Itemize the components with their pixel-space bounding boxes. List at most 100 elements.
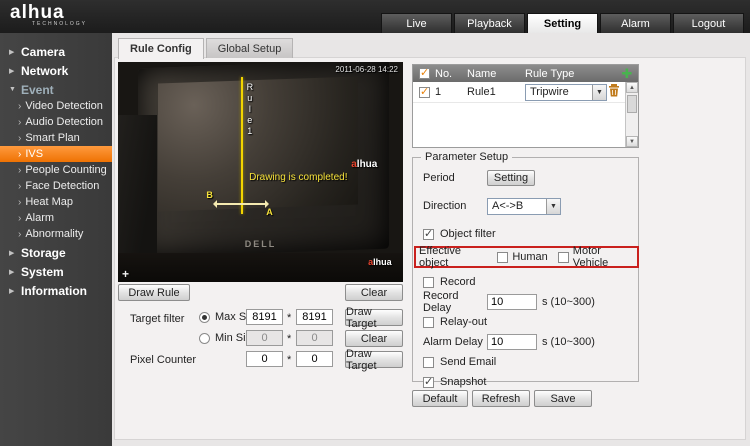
sidebar-item-label: Information [21, 284, 87, 298]
sidebar-item-video-detection[interactable]: › Video Detection [0, 98, 112, 114]
table-scrollbar[interactable]: ▲ ▼ [625, 82, 638, 147]
chevron-icon: › [18, 117, 21, 128]
tripwire-rule-line[interactable] [241, 77, 243, 213]
rule-row-checkbox[interactable] [419, 87, 430, 98]
scrollbar-thumb[interactable] [627, 95, 637, 113]
sidebar-item-camera[interactable]: ▶ Camera [0, 43, 112, 60]
sidebar-item-alarm[interactable]: › Alarm [0, 210, 112, 226]
send-email-checkbox[interactable] [423, 357, 434, 368]
select-all-checkbox[interactable] [419, 68, 430, 79]
scroll-up-icon[interactable]: ▲ [626, 82, 638, 93]
relay-out-label: Relay-out [440, 316, 487, 328]
direction-value: A<->B [492, 200, 523, 212]
relay-out-checkbox[interactable] [423, 317, 434, 328]
draw-target-max-button[interactable]: Draw Target [345, 309, 403, 326]
sidebar-item-audio-detection[interactable]: › Audio Detection [0, 114, 112, 130]
sidebar-item-label: Alarm [25, 212, 54, 224]
record-delay-label: Record Delay [423, 290, 487, 314]
snapshot-checkbox[interactable] [423, 377, 434, 388]
draw-target-pixel-button[interactable]: Draw Target [345, 351, 403, 368]
snapshot-label: Snapshot [440, 376, 486, 388]
pan-move-icon[interactable]: + [122, 267, 129, 281]
sidebar: ▶ Camera ▶ Network ▼ Event › Video Detec… [0, 33, 112, 446]
chevron-icon: › [18, 133, 21, 144]
rule-type-cell: Tripwire ▼ [525, 84, 608, 101]
video-timestamp: 2011-06-28 14:22 [335, 65, 398, 74]
sidebar-item-system[interactable]: ▶ System [0, 263, 112, 280]
rule-type-select[interactable]: Tripwire ▼ [525, 84, 607, 101]
scroll-down-icon[interactable]: ▼ [626, 136, 638, 147]
sidebar-item-label: IVS [25, 148, 43, 160]
target-filter-label: Target filter [130, 313, 184, 325]
tab-rule-config[interactable]: Rule Config [118, 38, 204, 59]
dahua-watermark: alhua [351, 159, 377, 170]
sidebar-item-network[interactable]: ▶ Network [0, 62, 112, 79]
video-preview[interactable]: DELL 2011-06-28 14:22 Rule1 B A Drawing … [118, 62, 403, 282]
sidebar-item-people-counting[interactable]: › People Counting [0, 162, 112, 178]
column-header-rule-type: Rule Type [525, 68, 620, 80]
object-filter-checkbox[interactable] [423, 229, 434, 240]
motor-vehicle-checkbox[interactable] [558, 252, 569, 263]
dahua-watermark: alhua [368, 257, 392, 267]
max-size-radio[interactable] [199, 312, 210, 323]
nav-playback-button[interactable]: Playback [454, 13, 525, 33]
sidebar-item-abnormality[interactable]: › Abnormality [0, 226, 112, 242]
human-label: Human [512, 251, 547, 263]
tab-global-setup[interactable]: Global Setup [206, 38, 294, 58]
sidebar-item-face-detection[interactable]: › Face Detection [0, 178, 112, 194]
direction-label: Direction [423, 200, 487, 212]
record-checkbox[interactable] [423, 277, 434, 288]
sidebar-item-event[interactable]: ▼ Event [0, 81, 112, 98]
default-button[interactable]: Default [412, 390, 468, 407]
direction-select[interactable]: A<->B ▼ [487, 198, 561, 215]
monitor-brand-label: DELL [245, 239, 277, 249]
nav-live-button[interactable]: Live [381, 13, 452, 33]
nav-setting-button[interactable]: Setting [527, 13, 598, 33]
min-size-radio[interactable] [199, 333, 210, 344]
human-checkbox[interactable] [497, 252, 508, 263]
motor-vehicle-label: Motor Vehicle [573, 245, 634, 269]
nav-alarm-button[interactable]: Alarm [600, 13, 671, 33]
alarm-delay-input[interactable] [487, 334, 537, 350]
parameter-setup-group: Parameter Setup Period Setting Direction… [412, 157, 639, 382]
logo-text: alhua [10, 2, 65, 23]
sidebar-item-heat-map[interactable]: › Heat Map [0, 194, 112, 210]
sidebar-item-smart-plan[interactable]: › Smart Plan [0, 130, 112, 146]
nav-logout-button[interactable]: Logout [673, 13, 744, 33]
expand-arrow-icon: ▶ [9, 67, 16, 75]
sidebar-item-storage[interactable]: ▶ Storage [0, 244, 112, 261]
direction-arrow-icon [215, 203, 267, 205]
sidebar-item-information[interactable]: ▶ Information [0, 282, 112, 299]
delete-icon[interactable] [608, 84, 621, 100]
pixel-counter-width-input[interactable] [246, 351, 283, 367]
logo-subtext: TECHNOLOGY [32, 22, 87, 27]
max-size-height-input[interactable] [296, 309, 333, 325]
sidebar-item-label: System [21, 265, 64, 279]
record-delay-input[interactable] [487, 294, 537, 310]
pixel-counter-height-input[interactable] [296, 351, 333, 367]
chevron-icon: › [18, 213, 21, 224]
sidebar-item-label: Storage [21, 246, 66, 260]
sidebar-item-label: Video Detection [25, 100, 102, 112]
pixel-counter-label: Pixel Counter [130, 354, 196, 366]
sidebar-item-label: Event [21, 83, 54, 97]
rule-table-header: No. Name Rule Type ✚ [413, 65, 638, 82]
desk-image [118, 253, 403, 282]
draw-rule-button[interactable]: Draw Rule [118, 284, 190, 301]
save-button[interactable]: Save [534, 390, 592, 407]
max-size-width-input[interactable] [246, 309, 283, 325]
clear-rule-button[interactable]: Clear [345, 284, 403, 301]
period-setting-button[interactable]: Setting [487, 170, 535, 186]
drawing-status-message: Drawing is completed! [249, 172, 347, 183]
sidebar-item-ivs[interactable]: › IVS [0, 146, 112, 162]
parameter-setup-title: Parameter Setup [421, 151, 512, 163]
clear-target-button[interactable]: Clear [345, 330, 403, 347]
add-rule-icon[interactable]: ✚ [620, 67, 634, 80]
sidebar-item-label: People Counting [25, 164, 106, 176]
rule-number-cell: 1 [435, 86, 467, 98]
min-size-height-input[interactable] [296, 330, 333, 346]
min-size-width-input[interactable] [246, 330, 283, 346]
alarm-delay-label: Alarm Delay [423, 336, 487, 348]
chevron-icon: › [18, 229, 21, 240]
refresh-button[interactable]: Refresh [472, 390, 530, 407]
